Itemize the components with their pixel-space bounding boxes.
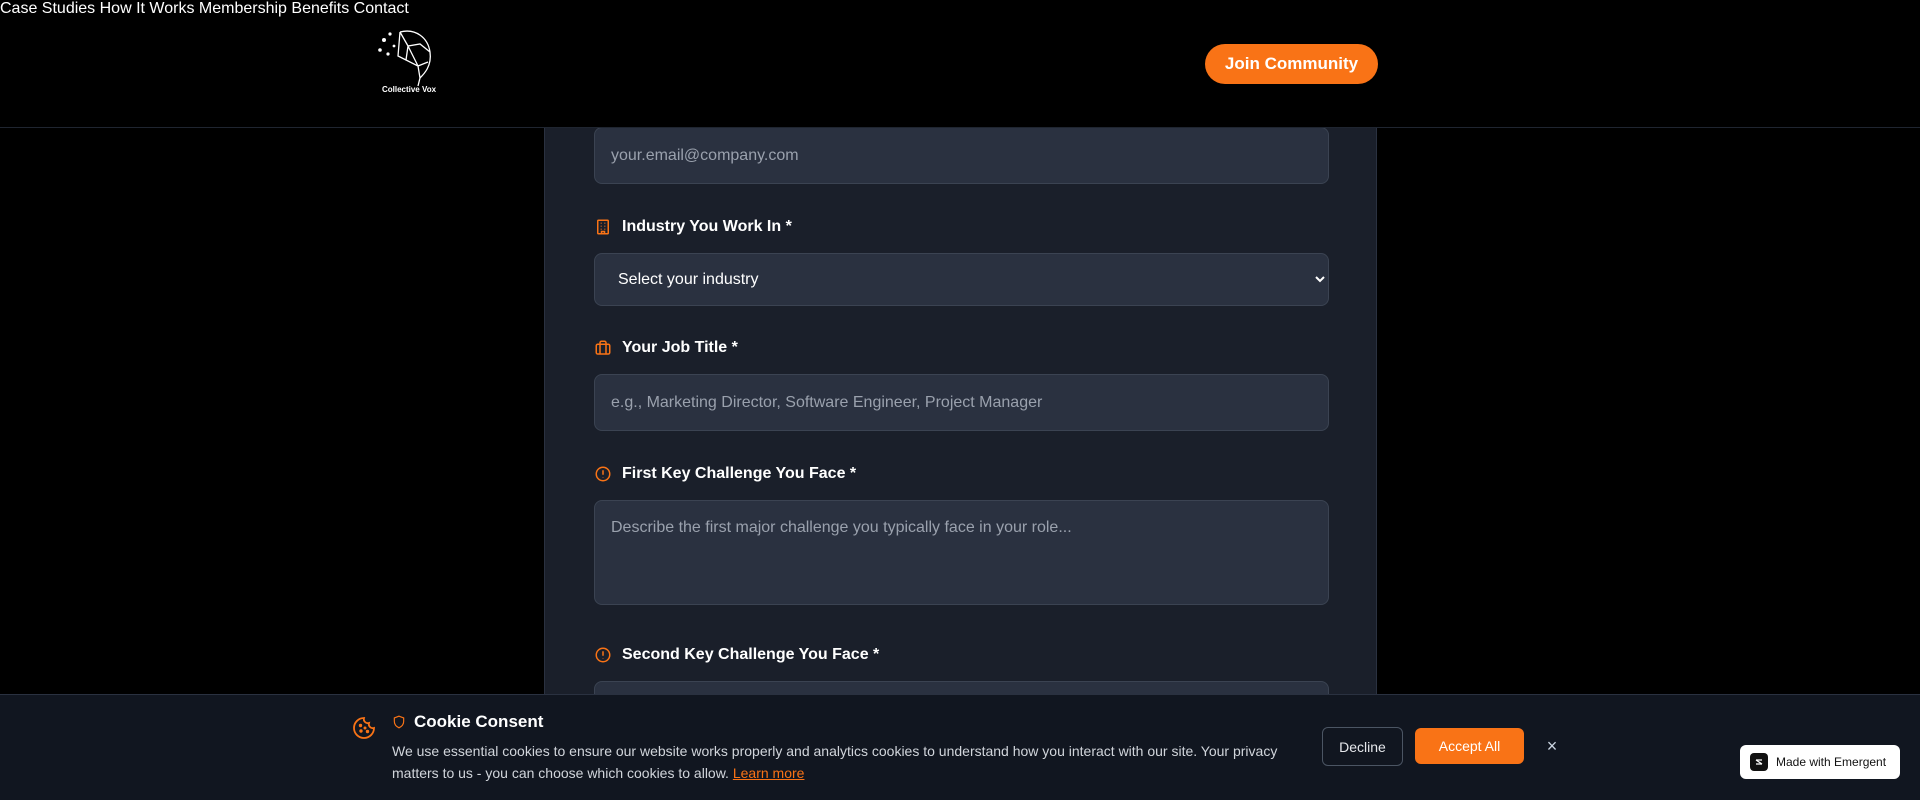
cookie-icon — [353, 717, 375, 739]
close-icon[interactable]: × — [1542, 736, 1562, 756]
briefcase-icon — [594, 339, 612, 357]
made-with-emergent-badge[interactable]: Made with Emergent — [1740, 745, 1900, 779]
site-header: Collective Vox Case Studies How It Works… — [0, 0, 1920, 128]
nav-benefits[interactable]: Benefits — [291, 0, 349, 17]
decline-button[interactable]: Decline — [1322, 727, 1403, 766]
industry-label: Industry You Work In * — [594, 218, 792, 236]
email-input[interactable] — [594, 127, 1329, 184]
challenge2-label-text: Second Key Challenge You Face * — [622, 646, 880, 663]
job-title-label: Your Job Title * — [594, 339, 738, 357]
nav-membership[interactable]: Membership — [199, 0, 287, 17]
job-title-input[interactable] — [594, 374, 1329, 431]
challenge1-label: First Key Challenge You Face * — [594, 465, 856, 483]
main-nav: Case Studies How It Works Membership Ben… — [0, 0, 1920, 18]
cookie-text-body: We use essential cookies to ensure our w… — [392, 743, 1278, 781]
job-title-label-text: Your Job Title * — [622, 339, 738, 356]
cookie-description: We use essential cookies to ensure our w… — [392, 740, 1292, 784]
learn-more-link[interactable]: Learn more — [733, 765, 805, 781]
industry-select[interactable]: Select your industry — [594, 253, 1329, 306]
join-community-button[interactable]: Join Community — [1205, 44, 1378, 84]
nav-how-it-works[interactable]: How It Works — [100, 0, 195, 17]
logo-text: Collective Vox — [381, 85, 437, 94]
challenge1-label-text: First Key Challenge You Face * — [622, 465, 857, 482]
cookie-title-text: Cookie Consent — [414, 712, 544, 731]
challenge2-label: Second Key Challenge You Face * — [594, 646, 879, 664]
shield-icon — [393, 715, 405, 729]
building-icon — [594, 218, 612, 236]
nav-contact[interactable]: Contact — [354, 0, 409, 17]
industry-label-text: Industry You Work In * — [622, 218, 792, 235]
nav-case-studies[interactable]: Case Studies — [0, 0, 95, 17]
accept-all-button[interactable]: Accept All — [1415, 728, 1524, 764]
alert-circle-icon — [594, 465, 612, 483]
cookie-title: Cookie Consent — [392, 712, 543, 732]
challenge1-textarea[interactable] — [594, 500, 1329, 605]
emergent-badge-label: Made with Emergent — [1776, 755, 1887, 769]
emergent-logo-icon — [1750, 753, 1768, 771]
alert-circle-icon — [594, 646, 612, 664]
